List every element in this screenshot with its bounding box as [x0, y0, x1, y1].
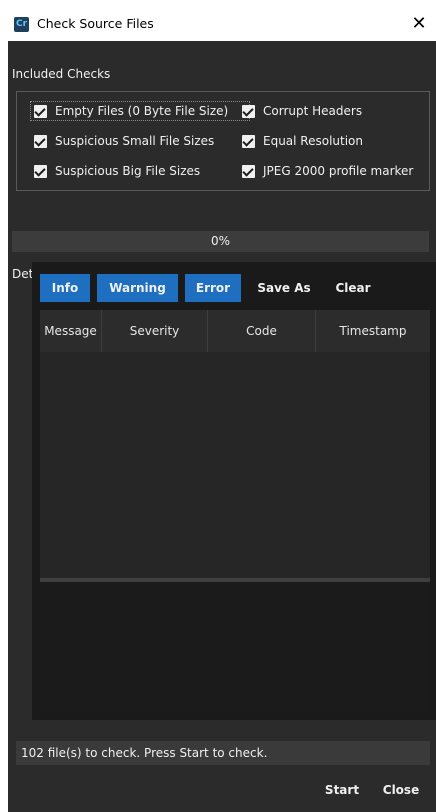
included-checks-group: Empty Files (0 Byte File Size) Corrupt H… — [16, 91, 430, 191]
checkbox-checked-icon — [34, 105, 47, 118]
checkbox-checked-icon — [242, 165, 255, 178]
start-button[interactable]: Start — [319, 773, 365, 807]
column-header-code[interactable]: Code — [208, 310, 316, 352]
app-icon: Cr — [14, 17, 29, 32]
checkbox-checked-icon — [242, 105, 255, 118]
close-icon[interactable]: ✕ — [408, 13, 430, 35]
checkbox-label: Corrupt Headers — [263, 104, 363, 118]
progress-text: 0% — [210, 234, 231, 248]
title-bar: Cr Check Source Files ✕ — [8, 8, 436, 41]
checkbox-label: Suspicious Small File Sizes — [55, 134, 215, 148]
issues-table-body[interactable] — [40, 352, 430, 578]
checkbox-label: JPEG 2000 profile marker — [263, 164, 414, 178]
filter-info-button[interactable]: Info — [40, 274, 90, 302]
column-header-severity[interactable]: Severity — [102, 310, 208, 352]
check-source-files-dialog: Cr Check Source Files ✕ Included Checks … — [8, 8, 436, 812]
close-button[interactable]: Close — [376, 773, 426, 807]
progress-bar: 0% — [12, 231, 429, 252]
checkbox-label: Equal Resolution — [263, 134, 364, 148]
status-text: 102 file(s) to check. Press Start to che… — [21, 746, 268, 760]
issue-detail-pane — [40, 582, 430, 713]
clear-button[interactable]: Clear — [325, 274, 381, 302]
included-checks-label: Included Checks — [12, 67, 111, 81]
filter-warning-button[interactable]: Warning — [97, 274, 178, 302]
issues-table-header: Message Severity Code Timestamp — [40, 310, 430, 352]
checkbox-checked-icon — [34, 165, 47, 178]
column-header-message[interactable]: Message — [40, 310, 102, 352]
checkbox-checked-icon — [242, 135, 255, 148]
window-title: Check Source Files — [37, 16, 154, 31]
filter-error-button[interactable]: Error — [185, 274, 241, 302]
issues-panel: Info Warning Error Save As Clear Message… — [32, 262, 436, 720]
column-header-timestamp[interactable]: Timestamp — [316, 310, 430, 352]
checkbox-label: Empty Files (0 Byte File Size) — [55, 104, 229, 118]
checkbox-checked-icon — [34, 135, 47, 148]
checkbox-label: Suspicious Big File Sizes — [55, 164, 201, 178]
status-bar: 102 file(s) to check. Press Start to che… — [16, 741, 430, 765]
save-as-button[interactable]: Save As — [249, 274, 319, 302]
